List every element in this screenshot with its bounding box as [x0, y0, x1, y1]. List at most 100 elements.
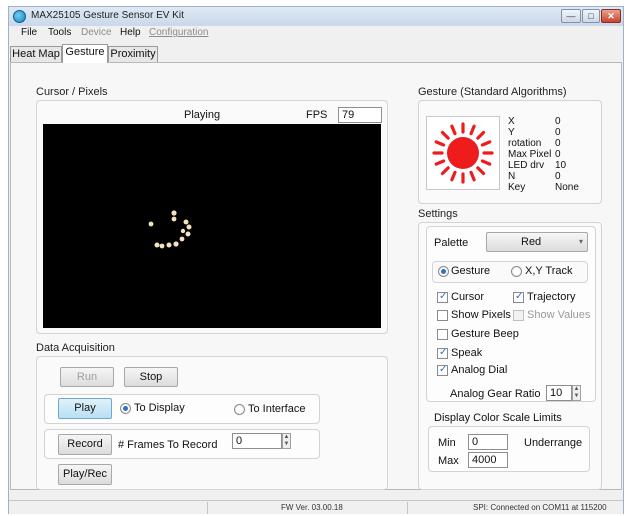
close-button[interactable]: ✕ — [601, 9, 621, 23]
speak-label: Speak — [451, 347, 483, 359]
dial-ray — [469, 170, 476, 182]
palette-label: Palette — [434, 237, 469, 249]
tab-heat-map[interactable]: Heat Map — [10, 46, 62, 63]
tab-gesture[interactable]: Gesture — [62, 44, 108, 63]
playback-status: Playing — [184, 109, 221, 121]
cursor-dot — [180, 228, 186, 234]
status-bar: FW Ver. 03.00.18 SPI: Connected on COM11… — [9, 500, 623, 514]
menu-configuration[interactable]: Configuration — [149, 27, 208, 38]
status-separator — [207, 502, 208, 514]
max-label: Max — [438, 455, 459, 467]
readout-value: 0 — [555, 116, 561, 127]
frames-spinner[interactable]: ▲ ▼ — [282, 433, 291, 449]
frames-to-record-field[interactable]: 0 — [232, 433, 282, 449]
stop-button[interactable]: Stop — [124, 367, 178, 387]
gesture-mode-label: Gesture — [451, 265, 491, 277]
settings-title: Settings — [418, 208, 458, 220]
palette-dropdown[interactable]: Red ▾ — [486, 232, 588, 252]
fps-field[interactable]: 79 — [338, 107, 382, 123]
show-pixels-checkbox[interactable] — [437, 310, 448, 321]
dial-ray — [450, 124, 457, 136]
readout-label: Y — [508, 127, 515, 138]
to-interface-radio[interactable] — [234, 404, 245, 415]
xy-track-radio[interactable] — [511, 266, 522, 277]
cursor-dot — [171, 216, 177, 222]
cursor-dot — [154, 242, 160, 248]
record-button[interactable]: Record — [58, 434, 112, 455]
speak-checkbox[interactable] — [437, 347, 448, 359]
trajectory-checkbox[interactable] — [513, 291, 524, 303]
underrange-label: Underrange — [524, 437, 583, 449]
readout-label: Key — [508, 182, 526, 193]
show-pixels-label: Show Pixels — [451, 309, 511, 321]
gesture-title: Gesture (Standard Algorithms) — [418, 86, 567, 98]
dial-ray — [469, 124, 476, 136]
play-button[interactable]: Play — [58, 398, 112, 419]
cursor-dot — [186, 224, 192, 230]
minimize-button[interactable]: — — [561, 9, 581, 23]
dial-ray — [476, 130, 486, 140]
app-icon — [13, 10, 26, 23]
trajectory-label: Trajectory — [527, 291, 576, 303]
gesture-mode-radio[interactable] — [438, 266, 449, 277]
to-display-label: To Display — [134, 402, 185, 414]
run-button[interactable]: Run — [60, 367, 114, 387]
dial-ray — [480, 140, 492, 147]
dial-ray — [434, 140, 446, 147]
analog-dial-checkbox[interactable] — [437, 364, 448, 376]
fps-label: FPS — [306, 109, 328, 121]
gear-ratio-spinner[interactable]: ▲ ▼ — [572, 385, 581, 401]
cursor-pixels-title: Cursor / Pixels — [36, 86, 108, 98]
cursor-dot — [173, 241, 179, 247]
dial-ray — [476, 166, 486, 176]
window-title: MAX25105 Gesture Sensor EV Kit — [31, 10, 184, 21]
readout-label: LED drv — [508, 160, 545, 171]
palette-value: Red — [521, 236, 542, 248]
to-interface-label: To Interface — [248, 403, 306, 415]
readout-label: N — [508, 171, 516, 182]
gear-ratio-field[interactable]: 10 — [546, 385, 572, 401]
status-separator — [407, 502, 408, 514]
to-display-radio[interactable] — [120, 403, 131, 414]
menu-device[interactable]: Device — [81, 27, 112, 38]
cursor-dot — [179, 236, 185, 242]
min-field[interactable]: 0 — [468, 434, 508, 450]
cursor-label: Cursor — [451, 291, 485, 303]
data-acquisition-title: Data Acquisition — [36, 342, 115, 354]
gear-ratio-label: Analog Gear Ratio — [450, 388, 541, 400]
show-values-checkbox[interactable] — [513, 310, 524, 321]
cursor-dot — [171, 210, 177, 216]
menu-help[interactable]: Help — [120, 27, 141, 38]
readout-value: 10 — [555, 160, 567, 171]
readout-value: 0 — [555, 138, 561, 149]
max-field[interactable]: 4000 — [468, 452, 508, 468]
cursor-dot — [148, 221, 154, 227]
play-rec-button[interactable]: Play/Rec — [58, 464, 112, 485]
firmware-version: FW Ver. 03.00.18 — [281, 503, 343, 512]
cursor-dot — [185, 231, 191, 237]
maximize-button[interactable]: □ — [582, 9, 600, 23]
dial-ray — [440, 130, 450, 140]
readout-label: rotation — [508, 138, 542, 149]
readout-label: X — [508, 116, 515, 127]
gesture-beep-checkbox[interactable] — [437, 329, 448, 340]
tab-proximity[interactable]: Proximity — [108, 46, 158, 63]
cursor-dot — [183, 219, 189, 225]
readout-value: 0 — [555, 171, 561, 182]
gesture-readout: X0 Y0 rotation 0 Max Pixel 0 LED drv 10 N0 … — [508, 116, 598, 193]
readout-value: 0 — [555, 149, 561, 160]
gesture-dial-icon — [432, 122, 494, 184]
chevron-down-icon: ▾ — [578, 237, 583, 246]
readout-label: Max Pixel — [508, 149, 552, 160]
min-label: Min — [438, 437, 456, 449]
analog-dial-label: Analog Dial — [451, 364, 508, 376]
gesture-beep-label: Gesture Beep — [451, 328, 519, 340]
xy-track-label: X,Y Track — [525, 265, 573, 277]
menu-tools[interactable]: Tools — [48, 27, 71, 38]
menu-file[interactable]: File — [21, 27, 37, 38]
readout-value: None — [555, 182, 579, 193]
cursor-dot — [166, 242, 172, 248]
cursor-checkbox[interactable] — [437, 291, 448, 303]
readout-value: 0 — [555, 127, 561, 138]
pixel-display — [43, 124, 381, 328]
